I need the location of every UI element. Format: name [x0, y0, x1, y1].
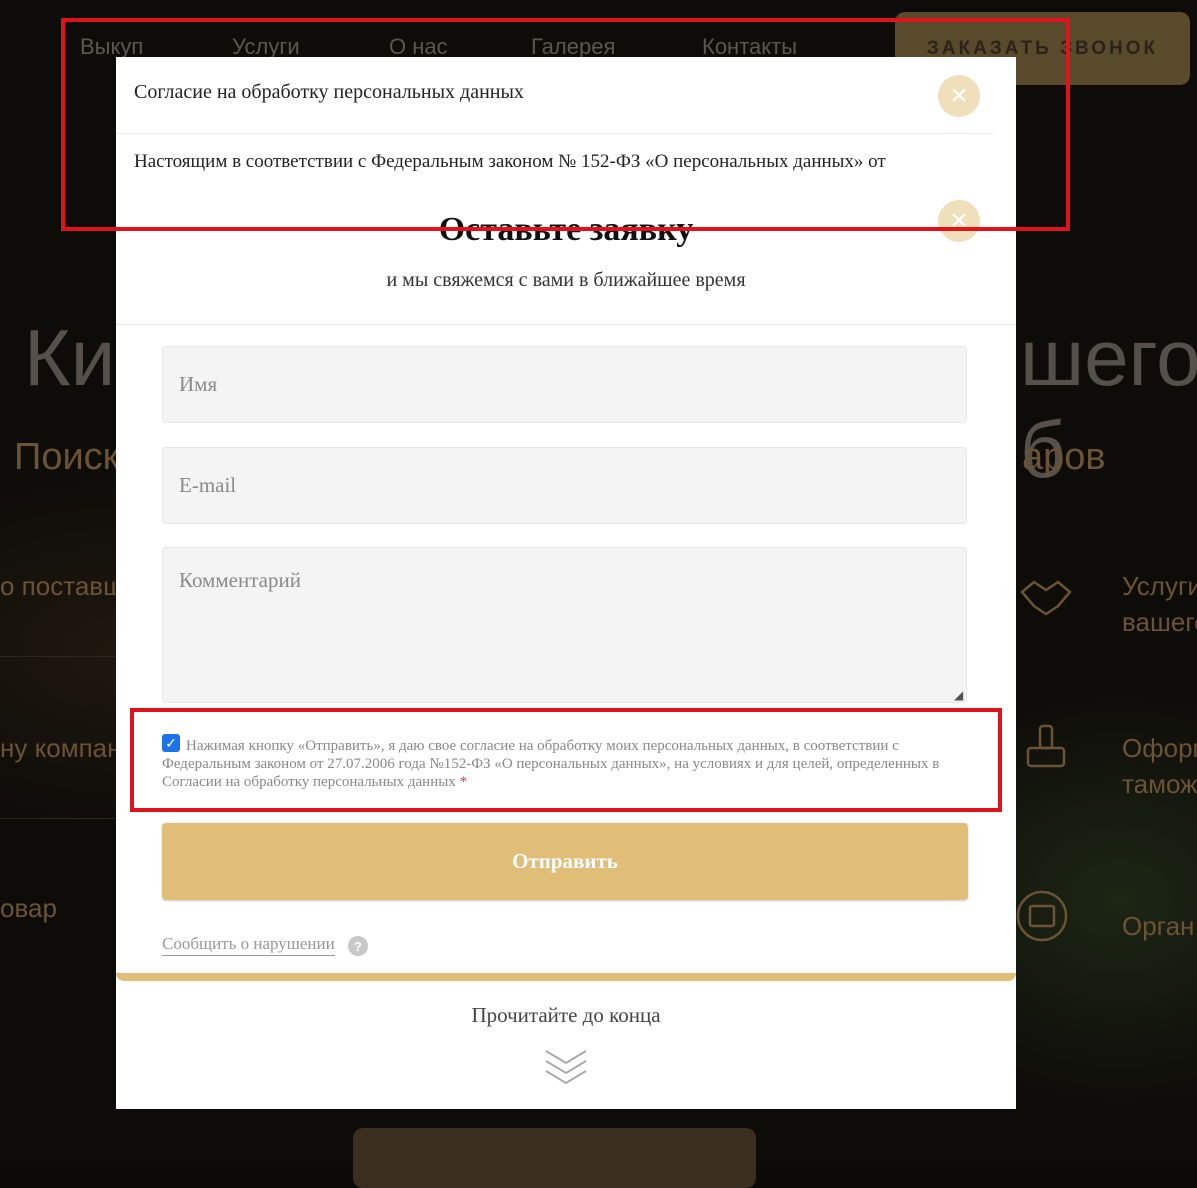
email-input[interactable] [162, 447, 967, 524]
resize-grip-icon[interactable]: ◢ [954, 688, 966, 702]
read-more-text: Прочитайте до конца [471, 1003, 661, 1027]
organize-icon [1016, 890, 1068, 942]
side-item-right-2: Оформ тамож [1122, 733, 1197, 799]
handshake-icon [1020, 580, 1072, 616]
annotation-box-consent [61, 18, 1070, 231]
side-item-left-2: ну компан [0, 733, 122, 763]
report-violation-link[interactable]: Сообщить о нарушении [162, 934, 335, 956]
side-item-right-1: Услуги вашего [1122, 571, 1197, 637]
annotation-box-agree [130, 708, 1002, 812]
form-subtitle: и мы свяжемся с вами в ближайшее время [386, 269, 746, 291]
hero-title-fragment-left: Ки [24, 313, 116, 402]
name-input[interactable] [162, 346, 967, 423]
side-divider [0, 818, 116, 819]
stamp-icon [1026, 724, 1066, 768]
side-divider [0, 656, 116, 657]
modal-accent-line [116, 973, 1016, 981]
submit-button[interactable]: Отправить [162, 823, 968, 900]
form-divider [116, 324, 1016, 325]
hero-subtitle-fragment-right: аров [1022, 436, 1106, 478]
side-item-left-1: о поставщ [0, 571, 125, 601]
help-icon[interactable]: ? [348, 936, 368, 956]
background-cta-button [353, 1128, 756, 1188]
side-item-left-3: овар [0, 893, 57, 923]
hero-subtitle-fragment-left: Поиск [14, 436, 120, 478]
comment-textarea[interactable] [162, 547, 967, 703]
side-item-right-3: Орган [1122, 911, 1195, 941]
chevrons-down-icon[interactable] [543, 1047, 589, 1087]
